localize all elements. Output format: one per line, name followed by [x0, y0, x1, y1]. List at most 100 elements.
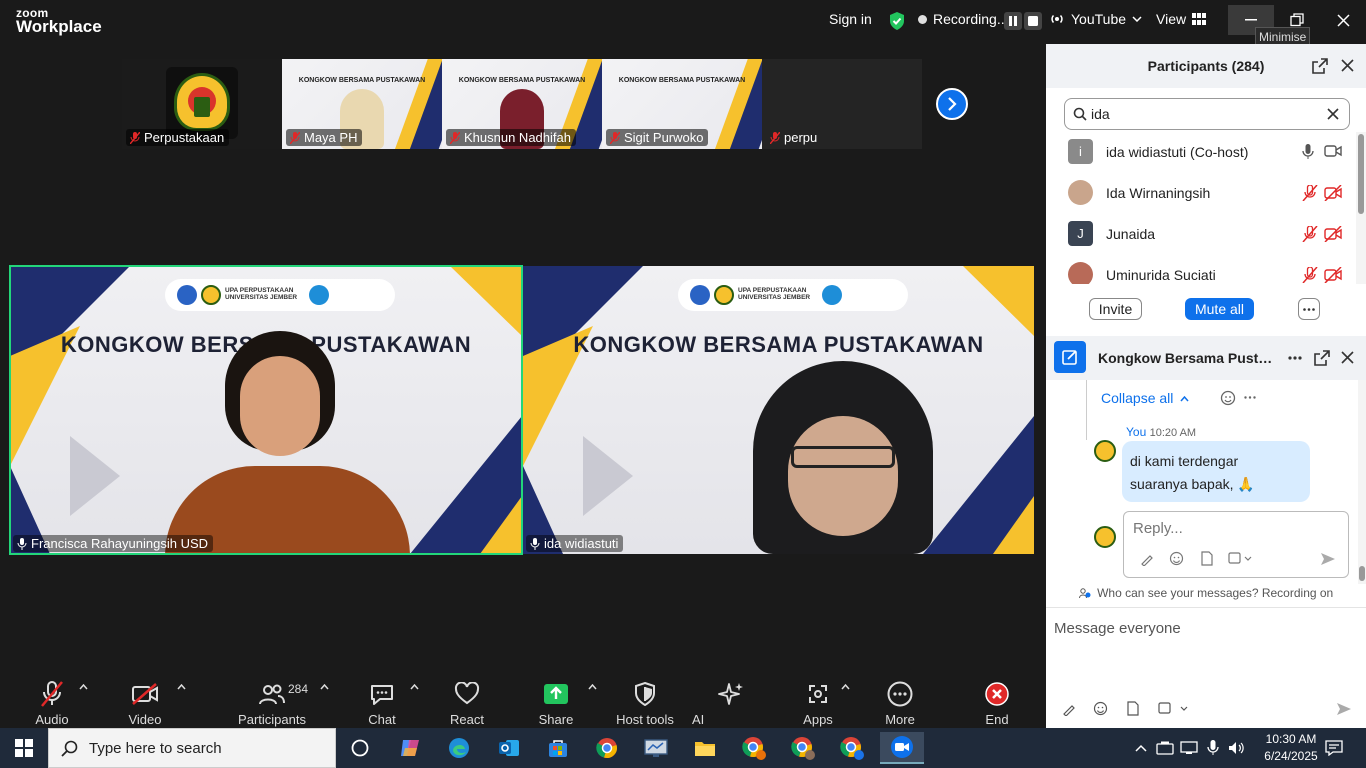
apps-options-caret[interactable]	[841, 684, 850, 690]
video-tile-speaker[interactable]: UPA PERPUSTAKAAN UNIVERSITAS JEMBER KONG…	[10, 266, 522, 554]
youtube-stream-menu[interactable]: YouTube	[1049, 11, 1142, 27]
chrome-app[interactable]	[832, 732, 872, 764]
windows-taskbar: Type here to search 10:30 AM 6/24/2025	[0, 728, 1366, 768]
thumbnail-tile[interactable]: KONGKOW BERSAMA PUSTAKAWAN Maya PH	[282, 59, 442, 149]
participant-name: Ida Wirnaningsih	[1106, 185, 1211, 201]
close-chat-button[interactable]	[1341, 351, 1354, 364]
avatar: J	[1068, 221, 1093, 246]
avatar	[1094, 440, 1116, 462]
video-tile[interactable]: UPA PERPUSTAKAAN UNIVERSITAS JEMBER KONG…	[523, 266, 1034, 554]
thumbnail-tile[interactable]: KONGKOW BERSAMA PUSTAKAWAN Sigit Purwoko	[602, 59, 762, 149]
more-button[interactable]: More	[884, 680, 916, 727]
close-window-button[interactable]	[1320, 5, 1366, 35]
notifications-button[interactable]	[1318, 732, 1350, 764]
popout-button[interactable]	[1312, 58, 1328, 74]
participant-video	[743, 361, 963, 554]
network-tray-icon[interactable]	[1178, 732, 1200, 764]
chrome-app[interactable]	[587, 732, 627, 764]
edge-app[interactable]	[439, 732, 479, 764]
invite-button[interactable]: Invite	[1089, 298, 1142, 320]
end-meeting-button[interactable]: End	[982, 680, 1012, 727]
chat-compose-icon[interactable]	[1054, 341, 1086, 373]
add-reaction-button[interactable]	[1220, 390, 1236, 406]
chevron-up-icon	[841, 684, 850, 690]
volume-tray-icon[interactable]	[1226, 732, 1248, 764]
format-text-icon	[1063, 705, 1075, 716]
chat-thread: Collapse all You 10:20 AM di kami terden…	[1046, 380, 1358, 584]
participants-label: Participants	[238, 712, 306, 727]
monitor-app[interactable]	[636, 732, 676, 764]
react-button[interactable]: React	[450, 680, 484, 727]
participant-name: Uminurida Suciati	[1106, 267, 1216, 283]
recording-indicator[interactable]: Recording...	[918, 11, 1008, 27]
clear-search-button[interactable]	[1327, 108, 1339, 120]
audio-button[interactable]: Audio	[34, 680, 70, 727]
share-button[interactable]: Share	[538, 680, 574, 727]
chat-title: Kongkow Bersama Pustakawan	[1098, 350, 1278, 366]
message-input-toolbar	[1046, 698, 1366, 722]
show-hidden-icons-button[interactable]	[1130, 732, 1152, 764]
apps-label: Apps	[803, 712, 833, 727]
message-visibility-link[interactable]: Who can see your messages? Recording on	[1046, 586, 1366, 600]
chevron-up-icon	[177, 684, 186, 690]
participants-more-button[interactable]	[1298, 298, 1320, 320]
stop-recording-icon[interactable]	[1024, 12, 1042, 30]
next-page-button[interactable]	[936, 88, 968, 120]
start-button[interactable]	[4, 732, 44, 764]
thread-more-button[interactable]	[1244, 396, 1256, 399]
share-options-caret[interactable]	[588, 684, 597, 690]
chat-scrollbar[interactable]	[1358, 380, 1366, 584]
chrome-app[interactable]	[783, 732, 823, 764]
pause-recording-icon[interactable]	[1004, 12, 1022, 30]
taskbar-clock[interactable]: 10:30 AM 6/24/2025	[1256, 731, 1326, 765]
close-participants-button[interactable]	[1341, 59, 1354, 72]
mute-all-button[interactable]: Mute all	[1185, 298, 1254, 320]
chat-more-button[interactable]	[1288, 356, 1302, 360]
thumbnail-tile[interactable]: Perpustakaan	[122, 59, 282, 149]
participant-list-scrollbar[interactable]	[1356, 132, 1366, 284]
popout-icon	[1314, 350, 1330, 366]
participant-row[interactable]: Ida Wirnaningsih	[1046, 173, 1356, 214]
chrome-app[interactable]	[734, 732, 774, 764]
participant-search-input[interactable]	[1091, 104, 1311, 124]
side-panel: Participants (284) i ida widiastuti (Co-…	[1046, 44, 1366, 728]
apps-button[interactable]: Apps	[802, 680, 834, 727]
audio-options-caret[interactable]	[79, 684, 88, 690]
chat-options-caret[interactable]	[410, 684, 419, 690]
sign-in-button[interactable]: Sign in	[829, 11, 872, 27]
participants-options-caret[interactable]	[320, 684, 329, 690]
file-explorer-app[interactable]	[685, 732, 725, 764]
security-shield-icon[interactable]	[888, 11, 906, 31]
volume-icon	[1229, 742, 1244, 754]
taskbar-search[interactable]: Type here to search	[48, 728, 336, 768]
microphone-tray-icon[interactable]	[1202, 732, 1224, 764]
participant-row[interactable]: J Junaida	[1046, 214, 1356, 255]
chrome-icon	[791, 737, 815, 760]
message-input[interactable]	[1054, 616, 1354, 640]
task-view-button[interactable]	[340, 732, 380, 764]
store-app[interactable]	[538, 732, 578, 764]
meet-now-tray-icon[interactable]	[1154, 732, 1176, 764]
outlook-app[interactable]	[489, 732, 529, 764]
thumbnail-tile[interactable]: KONGKOW BERSAMA PUSTAKAWAN Khusnun Nadhi…	[442, 59, 602, 149]
zoom-app[interactable]	[880, 732, 924, 764]
reply-field[interactable]: Reply...	[1123, 511, 1349, 578]
chat-button[interactable]: Chat	[368, 680, 396, 727]
participant-row[interactable]: Uminurida Suciati	[1046, 255, 1356, 284]
message-bubble[interactable]: di kami terdengar suaranya bapak, 🙏	[1122, 441, 1310, 502]
search-icon	[1073, 107, 1087, 121]
participant-search[interactable]	[1064, 98, 1350, 130]
view-menu[interactable]: View	[1156, 11, 1207, 27]
participant-row[interactable]: i ida widiastuti (Co-host)	[1046, 132, 1356, 173]
host-tools-button[interactable]: Host tools	[616, 680, 674, 727]
store-icon	[549, 740, 567, 757]
copilot-app[interactable]	[390, 732, 430, 764]
video-options-caret[interactable]	[177, 684, 186, 690]
avatar: i	[1068, 139, 1093, 164]
collapse-all-link[interactable]: Collapse all	[1101, 390, 1189, 406]
chat-popout-button[interactable]	[1314, 350, 1330, 366]
taskbar-search-placeholder: Type here to search	[89, 740, 222, 757]
thumbnail-tile[interactable]: perpu	[762, 59, 922, 149]
mic-muted-icon	[450, 131, 460, 144]
video-button[interactable]: Video	[126, 680, 164, 727]
